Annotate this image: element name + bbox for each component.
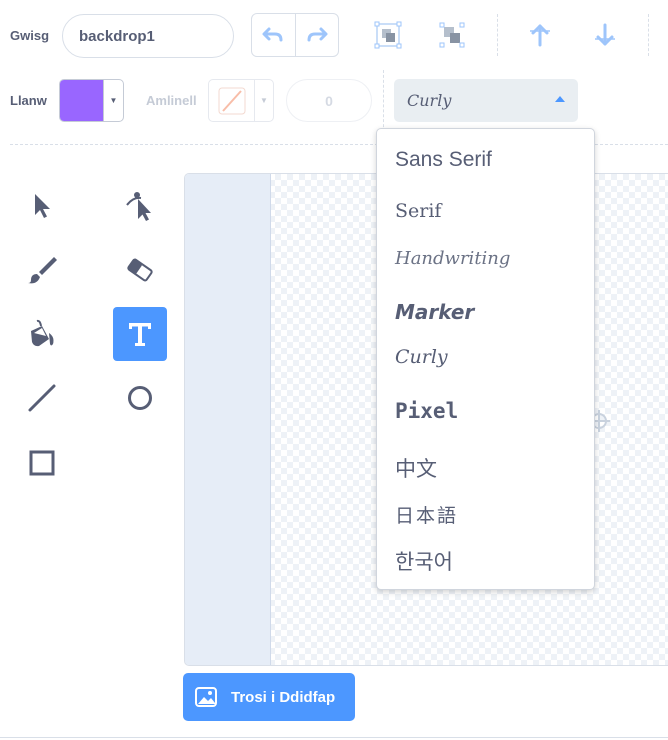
convert-to-bitmap-button[interactable]: Trosi i Ddidfap: [183, 673, 355, 721]
font-option-marker[interactable]: Marker: [395, 300, 474, 324]
costume-name-input[interactable]: [62, 14, 234, 58]
font-select[interactable]: Curly: [394, 79, 578, 122]
undo-button[interactable]: [252, 14, 296, 56]
reshape-tool[interactable]: [113, 179, 167, 233]
undo-redo-group: [251, 13, 339, 57]
backward-button[interactable]: [583, 13, 627, 57]
font-option-handwriting[interactable]: Handwriting: [395, 248, 510, 269]
toolbar-divider: [497, 14, 498, 56]
group-button[interactable]: [366, 13, 410, 57]
row-divider: [383, 70, 384, 132]
outline-width-input[interactable]: [286, 79, 372, 122]
ungroup-button[interactable]: [430, 13, 474, 57]
paint-bucket-icon: [31, 319, 54, 347]
arrow-down-icon: [595, 23, 615, 46]
line-icon: [28, 384, 56, 412]
fill-tool[interactable]: [15, 307, 69, 361]
bottom-border: [0, 737, 668, 738]
toolbar-divider-right: [648, 14, 649, 56]
font-option-chinese[interactable]: 中文: [395, 453, 437, 483]
circle-icon: [128, 386, 152, 410]
text-tool[interactable]: [113, 307, 167, 361]
caret-down-icon[interactable]: ▼: [103, 80, 123, 121]
group-icon: [374, 21, 402, 49]
rectangle-icon: [29, 450, 55, 476]
select-arrow-icon: [35, 194, 50, 218]
outline-color-picker[interactable]: ▼: [208, 79, 274, 122]
fill-color-swatch[interactable]: [60, 80, 103, 121]
font-option-sans-serif[interactable]: Sans Serif: [395, 148, 492, 172]
canvas-offscreen-area: [185, 174, 271, 665]
eraser-icon: [127, 258, 153, 282]
font-select-value: Curly: [407, 91, 452, 110]
reshape-icon: [126, 192, 151, 221]
fill-color-picker[interactable]: ▼: [59, 79, 124, 122]
no-color-icon[interactable]: [209, 80, 254, 121]
image-icon: [195, 687, 217, 707]
ungroup-icon: [439, 22, 465, 48]
redo-icon: [307, 27, 328, 42]
arrow-up-icon: [530, 24, 550, 47]
font-option-curly[interactable]: Curly: [395, 346, 448, 368]
eraser-tool[interactable]: [113, 243, 167, 297]
line-tool[interactable]: [15, 371, 69, 425]
font-option-japanese[interactable]: 日本語: [395, 501, 458, 528]
undo-icon: [262, 27, 283, 42]
font-option-serif[interactable]: Serif: [395, 200, 441, 222]
select-tool[interactable]: [15, 179, 69, 233]
brush-tool[interactable]: [15, 243, 69, 297]
caret-up-icon: [555, 96, 565, 102]
redo-button[interactable]: [296, 14, 339, 56]
rectangle-tool[interactable]: [15, 436, 69, 490]
text-t-icon: [129, 323, 151, 346]
fill-label: Llanw: [10, 93, 47, 108]
font-option-pixel[interactable]: Pixel: [395, 399, 458, 423]
costume-label: Gwisg: [10, 28, 50, 43]
brush-icon: [28, 257, 57, 284]
font-option-korean[interactable]: 한국어: [395, 546, 453, 576]
circle-tool[interactable]: [113, 371, 167, 425]
outline-label: Amlinell: [146, 93, 197, 108]
convert-button-label: Trosi i Ddidfap: [231, 688, 336, 706]
font-dropdown-menu: Sans Serif Serif Handwriting Marker Curl…: [376, 128, 595, 590]
forward-button[interactable]: [518, 13, 562, 57]
caret-down-icon[interactable]: ▼: [254, 80, 273, 121]
